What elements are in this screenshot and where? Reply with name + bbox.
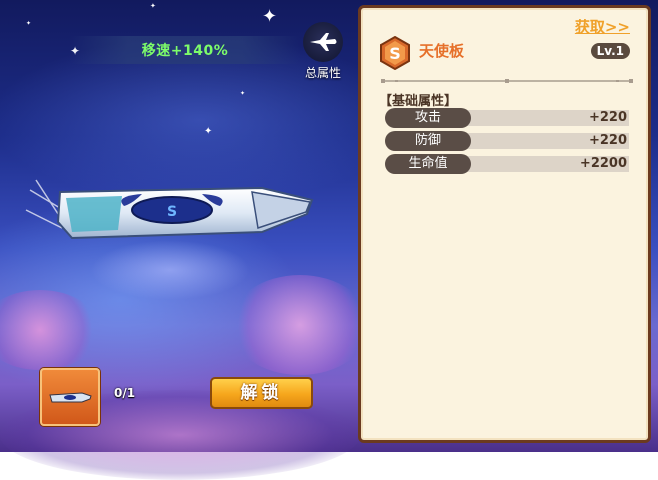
airplane-icon	[303, 22, 343, 62]
stat-row-hp: 生命值 +2200	[385, 154, 629, 174]
star-icon: ✦	[240, 90, 246, 97]
shard-count: 0/1	[114, 386, 136, 400]
speed-buff-text: 移速+140%	[141, 43, 229, 59]
total-attributes-label: 总属性	[304, 66, 341, 80]
cloud-shape	[0, 290, 100, 370]
stat-value: +220	[588, 133, 627, 148]
speed-buff-banner: 移速+140%	[70, 36, 300, 64]
stat-label: 生命值	[385, 154, 471, 174]
stat-value: +2200	[579, 156, 627, 171]
item-detail-panel: 获取>> S 天使板 Lv.1 【基础属性】 攻击 +220 防御 +220 生…	[358, 5, 651, 443]
star-icon: ✦	[204, 126, 213, 137]
cloud-shape	[230, 275, 370, 375]
level-badge: Lv.1	[590, 43, 630, 59]
stat-label: 攻击	[385, 108, 471, 128]
item-name: 天使板	[419, 42, 465, 60]
ornament-divider	[381, 79, 633, 83]
star-icon: ✦	[26, 20, 32, 27]
rank-s-badge-icon: S	[380, 36, 410, 70]
stat-row-defense: 防御 +220	[385, 131, 629, 151]
star-icon: ✦	[150, 2, 156, 10]
hoverboard-item-slot[interactable]	[40, 368, 100, 426]
basic-attributes-title: 【基础属性】	[379, 94, 458, 109]
svg-text:S: S	[167, 204, 177, 220]
stat-row-attack: 攻击 +220	[385, 108, 629, 128]
hoverboard-thumbnail-icon	[49, 392, 92, 403]
unlock-button[interactable]: 解锁	[210, 377, 313, 409]
get-item-link[interactable]: 获取>>	[575, 16, 630, 37]
star-icon: ✦	[262, 6, 278, 27]
stat-label: 防御	[385, 131, 471, 151]
rank-letter: S	[389, 44, 401, 63]
stat-value: +220	[588, 110, 627, 125]
total-attributes-button[interactable]: 总属性	[296, 22, 350, 82]
angel-hoverboard-image: S	[25, 179, 314, 240]
